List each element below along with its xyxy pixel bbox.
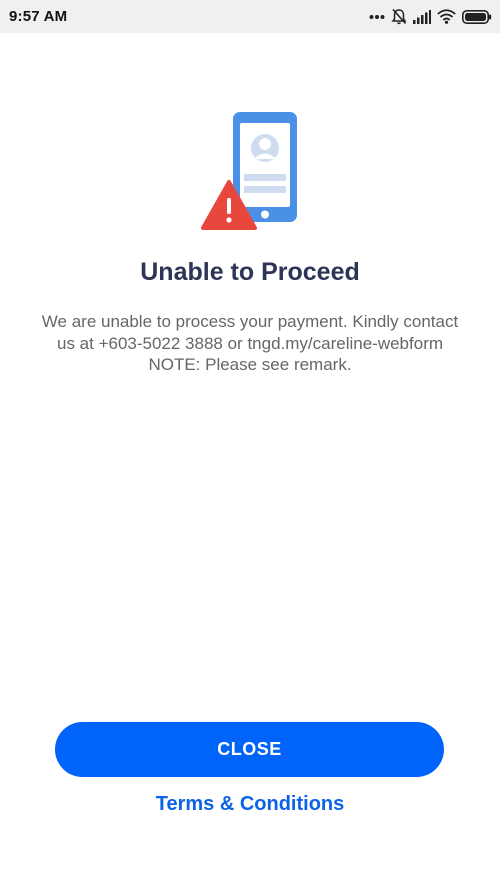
status-bar: 9:57 AM	[0, 0, 500, 33]
terms-conditions-link[interactable]: Terms & Conditions	[0, 793, 500, 816]
status-time: 9:57 AM	[9, 8, 68, 25]
phone-profile-warning-icon	[200, 110, 300, 232]
close-button[interactable]: CLOSE	[55, 722, 444, 777]
battery-icon	[462, 9, 492, 24]
page-title: Unable to Proceed	[140, 258, 360, 286]
error-message: We are unable to process your payment. K…	[41, 312, 459, 374]
status-icons	[369, 8, 492, 25]
bell-off-icon	[391, 8, 407, 25]
signal-icon	[413, 9, 431, 24]
more-dots-icon	[369, 14, 385, 20]
wifi-icon	[437, 9, 456, 24]
